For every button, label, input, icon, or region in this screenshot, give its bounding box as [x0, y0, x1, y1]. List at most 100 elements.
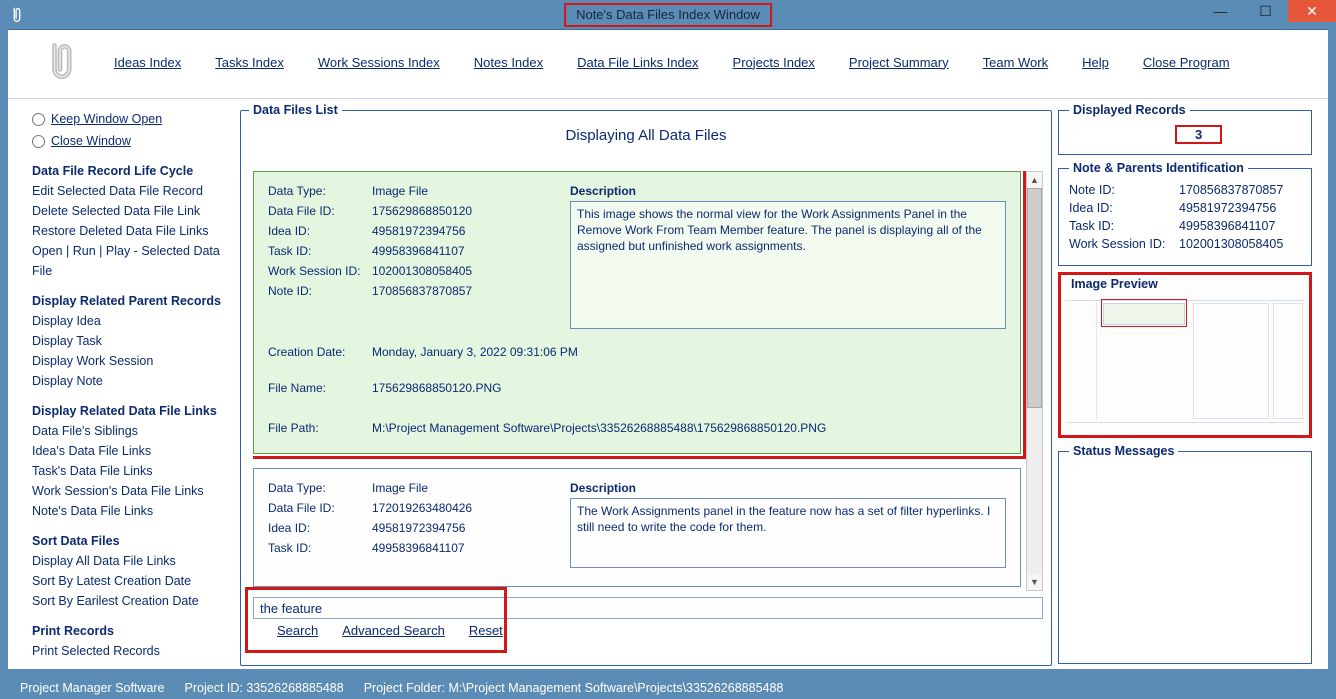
record-card[interactable]: Data Type:Image File Data File ID:175629…: [253, 171, 1021, 454]
nav-tasks-index[interactable]: Tasks Index: [215, 55, 284, 70]
search-link[interactable]: Search: [277, 623, 318, 638]
label-note-id: Note ID:: [268, 284, 372, 298]
scroll-down-icon[interactable]: ▼: [1027, 574, 1042, 590]
search-input[interactable]: [253, 597, 1043, 619]
link-restore-links[interactable]: Restore Deleted Data File Links: [32, 221, 232, 241]
nav-notes-index[interactable]: Notes Index: [474, 55, 543, 70]
value-data-file-id: 175629868850120: [372, 204, 472, 218]
nav-project-summary[interactable]: Project Summary: [849, 55, 949, 70]
image-preview-thumbnail[interactable]: [1063, 291, 1307, 433]
keep-window-open-label[interactable]: Keep Window Open: [51, 109, 162, 129]
group-life-cycle: Data File Record Life Cycle: [32, 161, 232, 181]
status-messages: Status Messages: [1058, 444, 1312, 664]
value-task-id: 49958396841107: [372, 244, 465, 258]
link-display-all[interactable]: Display All Data File Links: [32, 551, 232, 571]
advanced-search-link[interactable]: Advanced Search: [342, 623, 445, 638]
link-siblings[interactable]: Data File's Siblings: [32, 421, 232, 441]
id-idea-value: 49581972394756: [1179, 201, 1276, 215]
value-data-type: Image File: [372, 184, 428, 198]
record-card[interactable]: Data Type:Image File Data File ID:172019…: [253, 468, 1021, 587]
maximize-button[interactable]: ☐: [1243, 0, 1288, 22]
link-notes-links[interactable]: Note's Data File Links: [32, 501, 232, 521]
link-ws-links[interactable]: Work Session's Data File Links: [32, 481, 232, 501]
keep-window-open-radio[interactable]: [32, 113, 45, 126]
titlebar: Note's Data Files Index Window — ☐ ✕: [0, 0, 1336, 29]
center-panel: Data Files List Displaying All Data File…: [238, 99, 1058, 668]
nav-close-program[interactable]: Close Program: [1143, 55, 1230, 70]
data-files-list: Data Files List Displaying All Data File…: [240, 103, 1052, 666]
label-description: Description: [570, 184, 1006, 198]
client-area: Ideas Index Tasks Index Work Sessions In…: [8, 29, 1328, 669]
nav-data-file-links-index[interactable]: Data File Links Index: [577, 55, 698, 70]
toolbar: Ideas Index Tasks Index Work Sessions In…: [8, 30, 1328, 99]
link-delete-link[interactable]: Delete Selected Data File Link: [32, 201, 232, 221]
label-file-path: File Path:: [268, 421, 372, 435]
reset-link[interactable]: Reset: [469, 623, 503, 638]
group-print: Print Records: [32, 621, 232, 641]
link-tasks-links[interactable]: Task's Data File Links: [32, 461, 232, 481]
nav-work-sessions-index[interactable]: Work Sessions Index: [318, 55, 440, 70]
note-parents-ids: Note & Parents Identification Note ID:17…: [1058, 161, 1312, 266]
link-ideas-links[interactable]: Idea's Data File Links: [32, 441, 232, 461]
id-idea-label: Idea ID:: [1069, 201, 1179, 215]
nav-projects-index[interactable]: Projects Index: [733, 55, 815, 70]
nav-help[interactable]: Help: [1082, 55, 1109, 70]
id-note-label: Note ID:: [1069, 183, 1179, 197]
link-display-task[interactable]: Display Task: [32, 331, 232, 351]
label-ws-id: Work Session ID:: [268, 264, 372, 278]
label-idea-id: Idea ID:: [268, 224, 372, 238]
link-display-work-session[interactable]: Display Work Session: [32, 351, 232, 371]
data-files-list-legend: Data Files List: [249, 103, 342, 117]
link-sort-latest[interactable]: Sort By Latest Creation Date: [32, 571, 232, 591]
records-scrollbar[interactable]: ▲ ▼: [1026, 171, 1043, 591]
toolbar-links: Ideas Index Tasks Index Work Sessions In…: [114, 55, 1308, 70]
status-messages-legend: Status Messages: [1069, 444, 1178, 458]
label-file-name: File Name:: [268, 381, 372, 395]
image-preview: Image Preview: [1058, 272, 1312, 438]
group-data-file-links: Display Related Data File Links: [32, 401, 232, 421]
image-preview-legend: Image Preview: [1067, 277, 1162, 291]
id-task-value: 49958396841107: [1179, 219, 1275, 233]
status-project-id: Project ID: 33526268885488: [185, 681, 344, 695]
displayed-records: Displayed Records 3: [1058, 103, 1312, 155]
link-display-note[interactable]: Display Note: [32, 371, 232, 391]
value-file-path: M:\Project Management Software\Projects\…: [372, 421, 826, 435]
id-ws-value: 102001308058405: [1179, 237, 1283, 251]
link-display-idea[interactable]: Display Idea: [32, 311, 232, 331]
label-creation: Creation Date:: [268, 345, 372, 359]
group-parent-records: Display Related Parent Records: [32, 291, 232, 311]
nav-team-work[interactable]: Team Work: [983, 55, 1049, 70]
status-app: Project Manager Software: [20, 681, 165, 695]
minimize-button[interactable]: —: [1198, 0, 1243, 22]
displayed-records-legend: Displayed Records: [1069, 103, 1190, 117]
value-ws-id: 102001308058405: [372, 264, 472, 278]
value-description: This image shows the normal view for the…: [570, 201, 1006, 329]
link-print-selected[interactable]: Print Selected Records: [32, 641, 232, 661]
value-note-id: 170856837870857: [372, 284, 472, 298]
status-project-folder: Project Folder: M:\Project Management So…: [364, 681, 784, 695]
displayed-records-value: 3: [1175, 125, 1222, 144]
value-file-name: 175629868850120.PNG: [372, 381, 501, 395]
nav-ideas-index[interactable]: Ideas Index: [114, 55, 181, 70]
group-sort: Sort Data Files: [32, 531, 232, 551]
scroll-up-icon[interactable]: ▲: [1027, 172, 1042, 188]
id-ws-label: Work Session ID:: [1069, 237, 1179, 251]
id-note-value: 170856837870857: [1179, 183, 1283, 197]
statusbar: Project Manager Software Project ID: 335…: [0, 677, 1336, 699]
link-open-run-play[interactable]: Open | Run | Play - Selected Data File: [32, 241, 232, 281]
sidebar: Keep Window Open Close Window Data File …: [8, 99, 238, 668]
close-window-radio[interactable]: [32, 135, 45, 148]
scroll-thumb[interactable]: [1027, 188, 1042, 408]
label-task-id: Task ID:: [268, 244, 372, 258]
close-button[interactable]: ✕: [1288, 0, 1336, 22]
close-window-label[interactable]: Close Window: [51, 131, 131, 151]
link-sort-earliest[interactable]: Sort By Earilest Creation Date: [32, 591, 232, 611]
right-panel: Displayed Records 3 Note & Parents Ident…: [1058, 99, 1328, 668]
app-logo: [36, 38, 84, 86]
link-edit-record[interactable]: Edit Selected Data File Record: [32, 181, 232, 201]
window-controls: — ☐ ✕: [1198, 0, 1336, 22]
search-area: Search Advanced Search Reset: [253, 597, 1043, 659]
label-data-type: Data Type:: [268, 184, 372, 198]
id-task-label: Task ID:: [1069, 219, 1179, 233]
data-files-heading: Displaying All Data Files: [249, 127, 1043, 144]
